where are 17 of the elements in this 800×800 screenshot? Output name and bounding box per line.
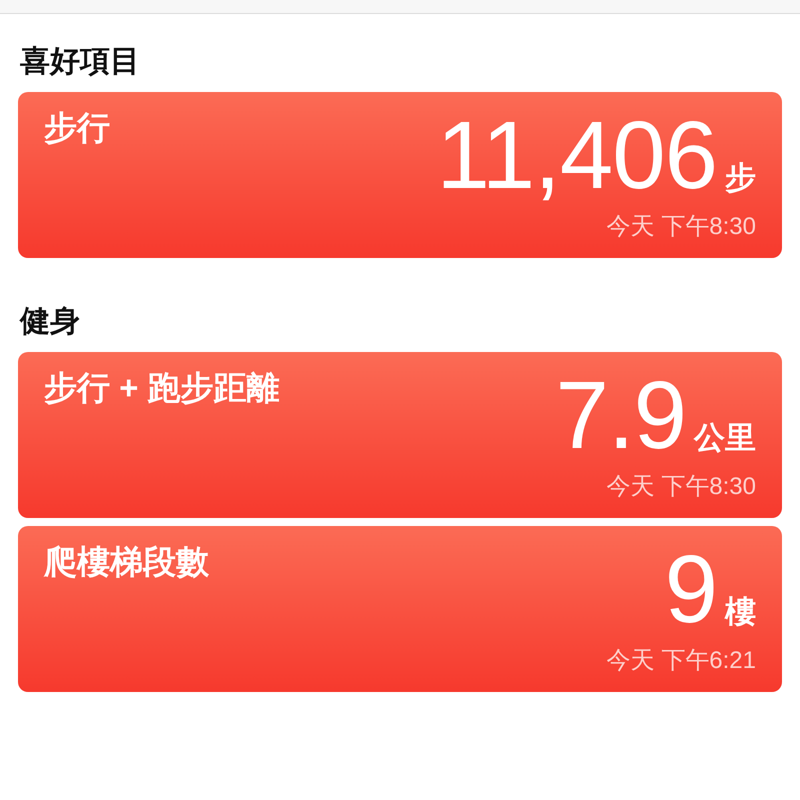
health-card[interactable]: 爬樓梯段數 9 樓 今天 下午6:21: [18, 526, 782, 692]
health-card[interactable]: 步行 + 跑步距離 7.9 公里 今天 下午8:30: [18, 352, 782, 518]
health-card[interactable]: 步行 11,406 步 今天 下午8:30: [18, 92, 782, 258]
metric-unit: 公里: [694, 419, 756, 457]
timestamp: 今天 下午8:30: [606, 212, 756, 242]
timestamp: 今天 下午8:30: [606, 472, 756, 502]
card-title: 爬樓梯段數: [44, 542, 209, 582]
metric-value: 7.9: [556, 366, 686, 466]
metric-value: 9: [664, 540, 717, 640]
metric-unit: 步: [725, 159, 756, 197]
section-title: 健身: [18, 304, 81, 340]
metric-unit: 樓: [725, 593, 756, 631]
section-title: 喜好項目: [19, 44, 141, 80]
metric-value: 11,406: [436, 106, 717, 206]
timestamp: 今天 下午6:21: [606, 646, 756, 676]
card-title: 步行: [44, 108, 110, 148]
card-title: 步行 + 跑步距離: [44, 368, 280, 408]
